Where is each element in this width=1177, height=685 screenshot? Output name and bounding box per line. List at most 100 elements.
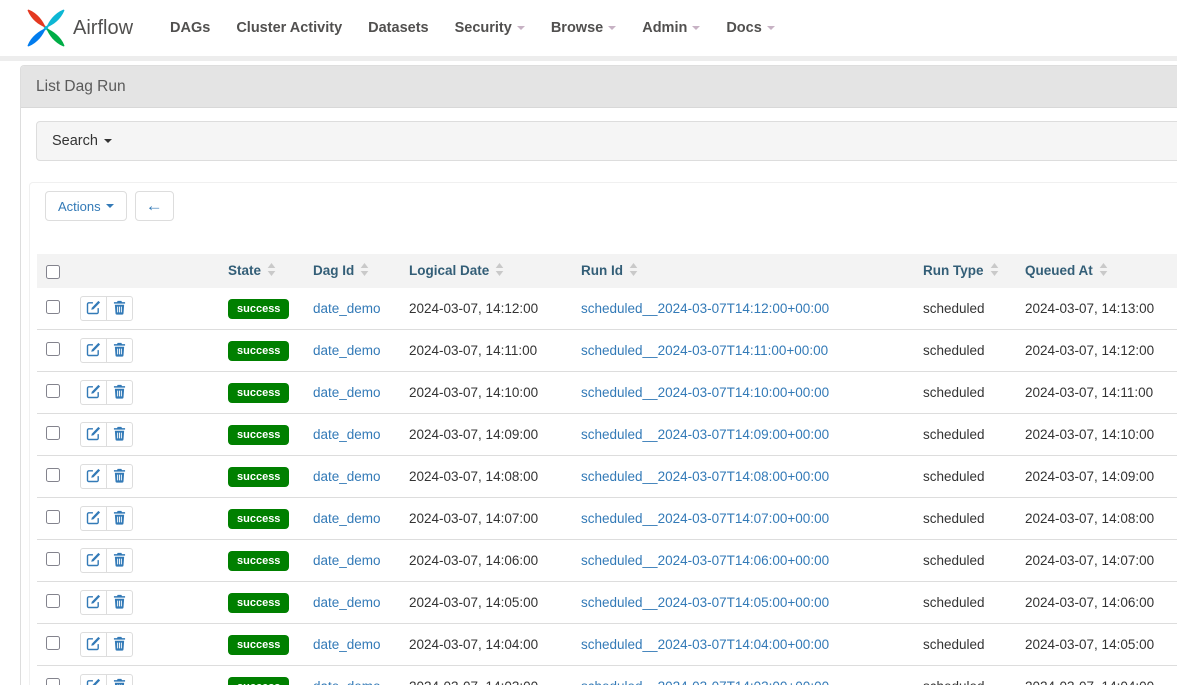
delete-button[interactable] xyxy=(106,464,133,489)
row-checkbox[interactable] xyxy=(46,678,60,685)
edit-icon xyxy=(86,510,101,528)
row-checkbox[interactable] xyxy=(46,510,60,524)
search-accordion-toggle[interactable]: Search xyxy=(36,121,1177,161)
run-id-link[interactable]: scheduled__2024-03-07T14:03:00+00:00 xyxy=(581,679,829,685)
dag-id-link[interactable]: date_demo xyxy=(313,427,381,442)
run-id-link[interactable]: scheduled__2024-03-07T14:06:00+00:00 xyxy=(581,553,829,568)
trash-icon xyxy=(113,510,126,528)
column-header-queued-at[interactable]: Queued At xyxy=(1020,254,1177,288)
dag-id-link[interactable]: date_demo xyxy=(313,553,381,568)
edit-icon xyxy=(86,678,101,685)
edit-button[interactable] xyxy=(80,506,107,531)
row-checkbox[interactable] xyxy=(46,594,60,608)
edit-button[interactable] xyxy=(80,296,107,321)
row-checkbox[interactable] xyxy=(46,300,60,314)
logical-date-cell: 2024-03-07, 14:08:00 xyxy=(404,456,576,498)
delete-button[interactable] xyxy=(106,590,133,615)
sort-icon[interactable] xyxy=(990,264,999,279)
nav-item-docs[interactable]: Docs xyxy=(713,20,787,36)
run-id-link[interactable]: scheduled__2024-03-07T14:09:00+00:00 xyxy=(581,427,829,442)
dag-id-link[interactable]: date_demo xyxy=(313,511,381,526)
dag-id-link[interactable]: date_demo xyxy=(313,595,381,610)
nav-item-browse[interactable]: Browse xyxy=(538,20,629,36)
delete-button[interactable] xyxy=(106,422,133,447)
table-row: success date_demo 2024-03-07, 14:09:00 s… xyxy=(37,414,1177,456)
nav-item-dags[interactable]: DAGs xyxy=(157,20,223,36)
row-actions xyxy=(80,464,133,489)
row-checkbox[interactable] xyxy=(46,384,60,398)
edit-button[interactable] xyxy=(80,338,107,363)
sort-icon[interactable] xyxy=(360,264,369,279)
edit-button[interactable] xyxy=(80,632,107,657)
run-type-cell: scheduled xyxy=(918,540,1020,582)
nav-item-datasets[interactable]: Datasets xyxy=(355,20,441,36)
delete-button[interactable] xyxy=(106,296,133,321)
sort-icon[interactable] xyxy=(267,264,276,279)
nav-item-security[interactable]: Security xyxy=(442,20,538,36)
run-id-link[interactable]: scheduled__2024-03-07T14:04:00+00:00 xyxy=(581,637,829,652)
trash-icon xyxy=(113,678,126,685)
sort-icon[interactable] xyxy=(629,264,638,279)
trash-icon xyxy=(113,300,126,318)
delete-button[interactable] xyxy=(106,506,133,531)
row-checkbox[interactable] xyxy=(46,468,60,482)
delete-button[interactable] xyxy=(106,548,133,573)
queued-at-cell: 2024-03-07, 14:05:00 xyxy=(1020,624,1177,666)
column-header-run-id[interactable]: Run Id xyxy=(576,254,918,288)
nav-item-admin[interactable]: Admin xyxy=(629,20,713,36)
status-badge: success xyxy=(228,551,289,571)
queued-at-cell: 2024-03-07, 14:07:00 xyxy=(1020,540,1177,582)
queued-at-cell: 2024-03-07, 14:11:00 xyxy=(1020,372,1177,414)
sort-icon[interactable] xyxy=(1099,264,1108,279)
dag-id-link[interactable]: date_demo xyxy=(313,301,381,316)
edit-button[interactable] xyxy=(80,674,107,685)
edit-button[interactable] xyxy=(80,590,107,615)
delete-button[interactable] xyxy=(106,338,133,363)
airflow-brand[interactable]: Airflow xyxy=(25,7,133,49)
sort-icon[interactable] xyxy=(495,264,504,279)
run-type-cell: scheduled xyxy=(918,414,1020,456)
column-header-dag-id[interactable]: Dag Id xyxy=(308,254,404,288)
back-button[interactable]: ← xyxy=(135,191,174,221)
trash-icon xyxy=(113,468,126,486)
trash-icon xyxy=(113,594,126,612)
dag-id-link[interactable]: date_demo xyxy=(313,469,381,484)
delete-button[interactable] xyxy=(106,380,133,405)
delete-button[interactable] xyxy=(106,632,133,657)
delete-button[interactable] xyxy=(106,674,133,685)
column-header-state[interactable]: State xyxy=(223,254,308,288)
run-id-link[interactable]: scheduled__2024-03-07T14:11:00+00:00 xyxy=(581,343,828,358)
list-well: Actions ← State xyxy=(29,182,1177,685)
edit-button[interactable] xyxy=(80,548,107,573)
row-checkbox[interactable] xyxy=(46,426,60,440)
status-badge: success xyxy=(228,425,289,445)
run-type-cell: scheduled xyxy=(918,456,1020,498)
edit-button[interactable] xyxy=(80,464,107,489)
table-row: success date_demo 2024-03-07, 14:03:00 s… xyxy=(37,666,1177,685)
edit-button[interactable] xyxy=(80,422,107,447)
run-id-link[interactable]: scheduled__2024-03-07T14:12:00+00:00 xyxy=(581,301,829,316)
toolbar: Actions ← xyxy=(45,191,1177,221)
row-checkbox[interactable] xyxy=(46,342,60,356)
dag-id-link[interactable]: date_demo xyxy=(313,637,381,652)
run-id-link[interactable]: scheduled__2024-03-07T14:08:00+00:00 xyxy=(581,469,829,484)
dag-id-link[interactable]: date_demo xyxy=(313,679,381,685)
dag-id-link[interactable]: date_demo xyxy=(313,385,381,400)
row-actions xyxy=(80,380,133,405)
edit-button[interactable] xyxy=(80,380,107,405)
queued-at-cell: 2024-03-07, 14:13:00 xyxy=(1020,288,1177,330)
actions-dropdown-button[interactable]: Actions xyxy=(45,191,127,221)
run-id-link[interactable]: scheduled__2024-03-07T14:07:00+00:00 xyxy=(581,511,829,526)
chevron-down-icon xyxy=(104,139,112,143)
run-id-link[interactable]: scheduled__2024-03-07T14:10:00+00:00 xyxy=(581,385,829,400)
run-id-link[interactable]: scheduled__2024-03-07T14:05:00+00:00 xyxy=(581,595,829,610)
row-actions xyxy=(80,632,133,657)
column-header-logical-date[interactable]: Logical Date xyxy=(404,254,576,288)
row-checkbox[interactable] xyxy=(46,552,60,566)
dag-id-link[interactable]: date_demo xyxy=(313,343,381,358)
nav-item-cluster-activity[interactable]: Cluster Activity xyxy=(223,20,355,36)
table-row: success date_demo 2024-03-07, 14:06:00 s… xyxy=(37,540,1177,582)
row-checkbox[interactable] xyxy=(46,636,60,650)
select-all-checkbox[interactable] xyxy=(46,265,60,279)
column-header-run-type[interactable]: Run Type xyxy=(918,254,1020,288)
